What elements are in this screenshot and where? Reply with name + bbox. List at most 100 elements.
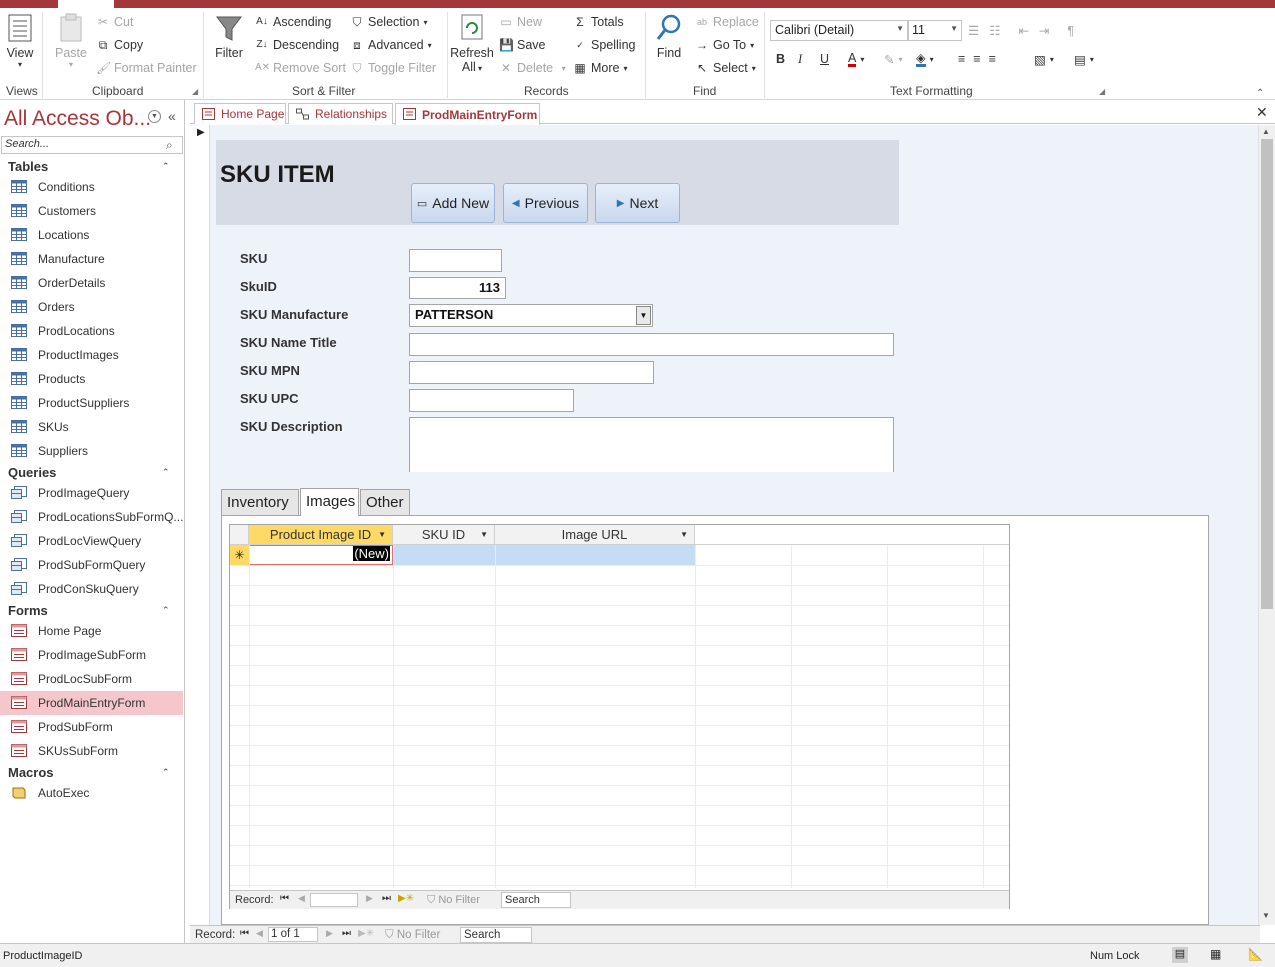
nav-item[interactable]: ProdSubForm [0, 715, 183, 739]
tab-inventory[interactable]: Inventory [221, 489, 299, 515]
nav-item[interactable]: Products [0, 367, 183, 391]
format-painter-button[interactable]: 🖌 Format Painter [96, 61, 197, 75]
nav-item[interactable]: Customers [0, 199, 183, 223]
nav-item[interactable]: ProdImageQuery [0, 481, 183, 505]
nav-item[interactable]: Manufacture [0, 247, 183, 271]
align-left-icon[interactable]: ≡ [958, 52, 965, 66]
tab-images[interactable]: Images [300, 488, 359, 516]
nav-item[interactable]: Suppliers [0, 439, 183, 463]
collapse-section-icon[interactable]: ⌃ [162, 161, 170, 172]
mpn-field[interactable] [409, 361, 654, 384]
nav-item[interactable]: Locations [0, 223, 183, 247]
new-record-button[interactable]: ▭ New [499, 15, 542, 29]
totals-button[interactable]: Σ Totals [573, 15, 623, 29]
current-record-input[interactable] [310, 893, 358, 907]
nav-item[interactable]: ProdSubFormQuery [0, 553, 183, 577]
upc-field[interactable] [409, 389, 574, 412]
collapse-ribbon-icon[interactable]: ⌃ [1256, 88, 1264, 99]
doc-tab-home-page[interactable]: Home Page [194, 103, 286, 124]
nav-menu-chevron-icon[interactable]: ▼ [148, 110, 161, 123]
subform-search-input[interactable]: Search [501, 892, 571, 908]
nav-pane-title[interactable]: All Access Ob... [4, 107, 151, 131]
nav-section-forms[interactable]: Forms [8, 603, 48, 618]
no-filter-button[interactable]: ⛉ No Filter [427, 894, 480, 907]
description-field[interactable] [409, 417, 894, 472]
nav-item[interactable]: ProdLocSubForm [0, 667, 183, 691]
record-selector-bar[interactable]: ▶ [193, 125, 210, 925]
doc-tab-relationships[interactable]: Relationships [288, 103, 393, 124]
vertical-scrollbar[interactable]: ▲ ▼ [1258, 125, 1275, 925]
descending-button[interactable]: Z↓ Descending [255, 38, 339, 52]
nav-item[interactable]: Home Page [0, 619, 183, 643]
copy-button[interactable]: ⧉ Copy [96, 38, 143, 52]
last-record-icon[interactable]: ⏭ [342, 928, 351, 939]
save-button[interactable]: 💾 Save [499, 38, 546, 52]
align-right-icon[interactable]: ≡ [989, 52, 996, 66]
doc-tab-prodmainentryform[interactable]: ProdMainEntryForm [395, 103, 540, 125]
next-record-icon[interactable]: ▶ [326, 928, 333, 939]
alternate-row-button[interactable]: ▤ ▾ [1074, 52, 1094, 67]
view-button[interactable]: View ▾ [4, 12, 36, 69]
numbering-icon[interactable]: ☷ [989, 23, 1000, 38]
filter-button[interactable]: Filter [212, 12, 246, 60]
nav-item[interactable]: ProdLocViewQuery [0, 529, 183, 553]
font-size-combo[interactable]: 11 ▼ [908, 20, 962, 41]
replace-button[interactable]: ab Replace [695, 15, 759, 29]
collapse-section-icon[interactable]: ⌃ [162, 467, 170, 478]
product-image-id-cell[interactable]: (New) [249, 545, 393, 565]
select-all-corner[interactable] [230, 525, 249, 545]
clipboard-launcher-icon[interactable]: ◢ [192, 88, 200, 96]
bullets-icon[interactable]: ☰ [968, 23, 979, 38]
italic-button[interactable]: I [798, 52, 802, 67]
nav-item[interactable]: ProdConSkuQuery [0, 577, 183, 601]
find-button[interactable]: Find [652, 12, 686, 60]
nav-search-input[interactable]: Search... [1, 136, 183, 154]
nav-section-macros[interactable]: Macros [8, 765, 54, 780]
home-tab-indicator[interactable] [58, 0, 114, 8]
nav-section-tables[interactable]: Tables [8, 159, 48, 174]
select-button[interactable]: ↖ Select ▾ [695, 61, 756, 75]
nav-item[interactable]: ProductImages [0, 343, 183, 367]
nav-item[interactable]: ProdImageSubForm [0, 643, 183, 667]
next-button[interactable]: ▶ Next [595, 183, 680, 223]
nav-item[interactable]: ProdLocations [0, 319, 183, 343]
column-header-image-url[interactable]: Image URL ▼ [495, 525, 695, 545]
add-new-button[interactable]: ▭ Add New [411, 183, 495, 223]
nav-item[interactable]: SKUsSubForm [0, 739, 183, 763]
form-view-icon[interactable]: ▤ [1172, 947, 1188, 963]
first-record-icon[interactable]: ⏮ [280, 893, 289, 904]
scroll-up-icon[interactable]: ▲ [1262, 127, 1270, 136]
nav-item[interactable]: ProdMainEntryForm [0, 691, 183, 715]
chevron-down-icon[interactable]: ▼ [378, 525, 386, 545]
nav-item[interactable]: Orders [0, 295, 183, 319]
paragraph-icon[interactable]: ¶ [1067, 24, 1074, 38]
chevron-down-icon[interactable]: ▼ [480, 525, 488, 545]
column-header-product-image-id[interactable]: Product Image ID ▼ [249, 525, 393, 545]
spelling-button[interactable]: ✓ Spelling [573, 38, 635, 52]
new-blank-record-icon[interactable]: ▶✳ [358, 928, 374, 939]
skuid-field[interactable]: 113 [409, 277, 506, 299]
design-view-icon[interactable]: 📐 [1248, 947, 1263, 961]
previous-record-icon[interactable]: ◀ [298, 893, 305, 904]
datasheet-view-icon[interactable]: ▦ [1210, 947, 1221, 961]
nav-item[interactable]: OrderDetails [0, 271, 183, 295]
scroll-down-icon[interactable]: ▼ [1262, 911, 1270, 920]
scrollbar-thumb[interactable] [1261, 139, 1273, 609]
align-center-icon[interactable]: ≡ [973, 52, 980, 66]
nav-item[interactable]: SKUs [0, 415, 183, 439]
gridlines-button[interactable]: ▧ ▾ [1034, 52, 1054, 67]
collapse-section-icon[interactable]: ⌃ [162, 767, 170, 778]
font-name-combo[interactable]: Calibri (Detail) ▼ [770, 20, 908, 41]
manufacture-combo[interactable]: PATTERSON ▼ [409, 304, 653, 327]
highlight-button[interactable]: ✎ ▾ [884, 52, 903, 67]
goto-button[interactable]: → Go To ▾ [695, 38, 754, 52]
collapse-section-icon[interactable]: ⌃ [162, 605, 170, 616]
indent-decrease-icon[interactable]: ⇤ [1018, 23, 1028, 38]
nav-section-queries[interactable]: Queries [8, 465, 56, 480]
advanced-button[interactable]: ⧈ Advanced ▾ [350, 38, 431, 52]
cut-button[interactable]: ✂ Cut [96, 15, 133, 29]
collapse-nav-icon[interactable]: « [168, 108, 176, 124]
name-title-field[interactable] [409, 333, 894, 356]
nav-item[interactable]: Conditions [0, 175, 183, 199]
next-record-icon[interactable]: ▶ [366, 893, 373, 904]
